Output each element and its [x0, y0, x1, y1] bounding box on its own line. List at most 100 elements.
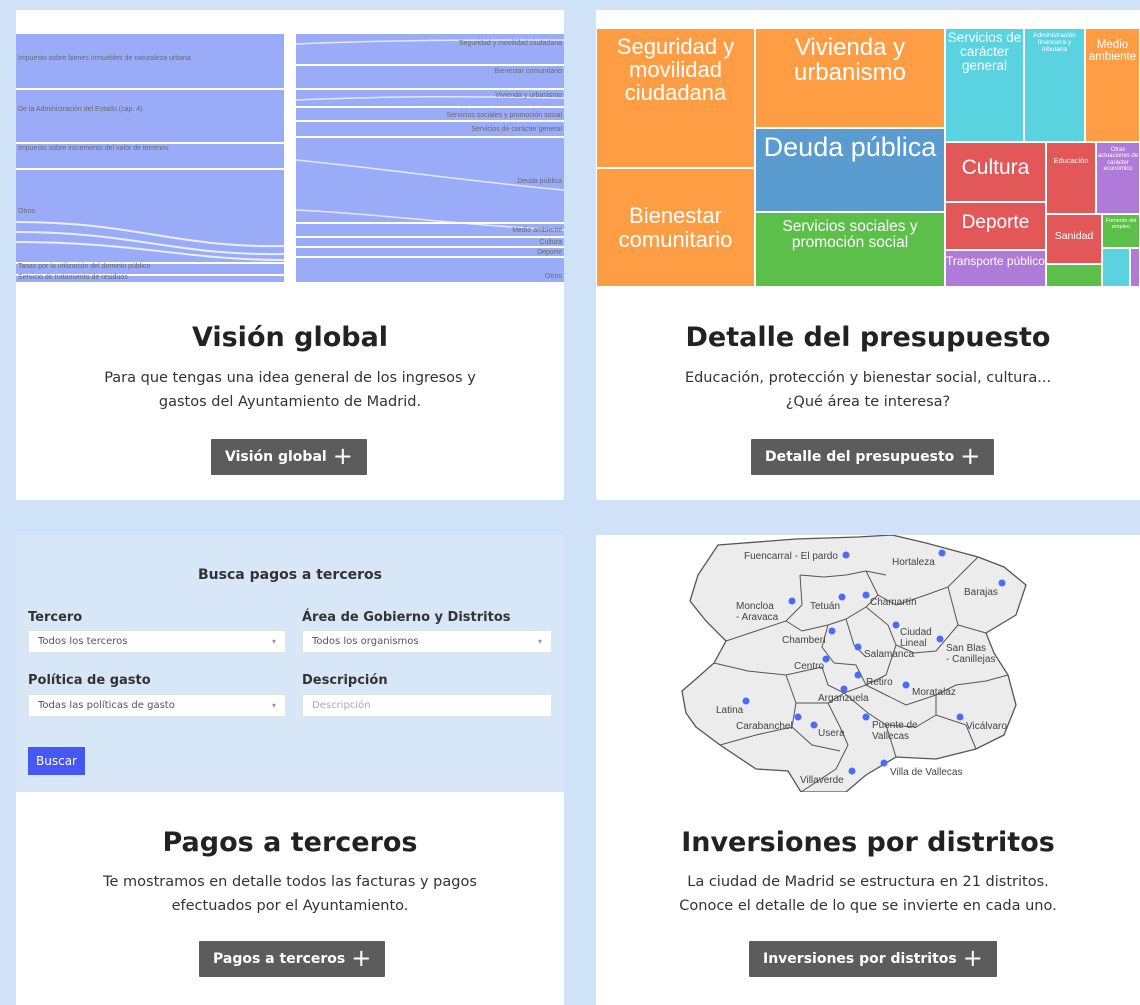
- sankey-right-label: Otros: [545, 273, 563, 280]
- card-description: Educación, protección y bienestar social…: [684, 370, 1052, 410]
- sankey-right-node: [296, 258, 564, 282]
- sankey-right-label: Vivienda y urbanismo: [495, 92, 562, 99]
- district-dot[interactable]: [794, 713, 802, 721]
- sankey-right-node: [296, 238, 564, 246]
- tercero-label: Tercero: [28, 610, 83, 625]
- district-label: Tetuán: [810, 601, 840, 612]
- sankey-right-label: Seguridad y movilidad ciudadana: [459, 40, 562, 47]
- card-detalle-presupuesto: Seguridad y movilidad ciudadana Bienesta…: [596, 10, 1140, 500]
- district-label: Centro: [794, 661, 824, 672]
- treemap-cell-vivienda[interactable]: Vivienda y urbanismo: [755, 28, 945, 128]
- district-label: Chamartín: [870, 597, 917, 608]
- treemap-cell-seguridad[interactable]: Seguridad y movilidad ciudadana: [596, 28, 755, 168]
- card-title: Detalle del presupuesto: [685, 322, 1051, 353]
- district-dot[interactable]: [854, 643, 862, 651]
- district-label: Vicálvaro: [966, 721, 1007, 732]
- inversiones-distritos-button[interactable]: Inversiones por distritos +: [749, 941, 997, 977]
- area-label: Área de Gobierno y Distritos: [302, 610, 511, 625]
- treemap-cell-deporte[interactable]: Deporte: [945, 202, 1046, 250]
- district-label: Retiro: [866, 677, 893, 688]
- politica-select[interactable]: Todas las políticas de gasto ▾: [28, 694, 286, 717]
- treemap-cell-otras[interactable]: Otras actuaciones de carácter económico: [1096, 142, 1140, 214]
- district-dot[interactable]: [838, 593, 846, 601]
- caret-down-icon: ▾: [271, 637, 276, 646]
- sankey-right-label: Cultura: [539, 239, 562, 246]
- buscar-button[interactable]: Buscar: [28, 747, 85, 775]
- sankey-right-label: Deporte: [537, 249, 562, 256]
- treemap-cell-sociales[interactable]: Servicios sociales y promoción social: [755, 212, 945, 287]
- district-label: Fuencarral - El pardo: [744, 551, 838, 562]
- district-dot[interactable]: [828, 627, 836, 635]
- district-label: Chamberí: [782, 635, 826, 646]
- vision-global-button[interactable]: Visión global +: [211, 439, 367, 475]
- plus-icon: +: [962, 944, 983, 972]
- treemap-cell-small[interactable]: [1130, 248, 1140, 287]
- politica-label: Política de gasto: [28, 673, 151, 688]
- card-description: Para que tengas una idea general de los …: [104, 370, 476, 410]
- treemap-cell-sanidad[interactable]: Sanidad: [1046, 214, 1102, 264]
- sankey-right-label: Medio ambiente: [512, 227, 562, 234]
- treemap-cell-medio[interactable]: Medio ambiente: [1085, 28, 1140, 142]
- sankey-left-label: Servicio de tratamiento de residuos: [18, 274, 128, 281]
- sankey-right-label: Deuda pública: [517, 178, 562, 185]
- card-description: La ciudad de Madrid se estructura en 21 …: [679, 874, 1057, 914]
- district-label: Latina: [716, 705, 744, 716]
- district-label: Moratalaz: [912, 687, 956, 698]
- district-dot[interactable]: [956, 713, 964, 721]
- sankey-right-label: Servicios sociales y promoción social: [446, 112, 562, 119]
- tercero-select[interactable]: Todos los terceros ▾: [28, 630, 286, 653]
- district-dot[interactable]: [902, 681, 910, 689]
- district-dot[interactable]: [848, 767, 856, 775]
- card-title: Visión global: [191, 322, 389, 353]
- treemap-cell-fomento[interactable]: Fomento del empleo: [1102, 214, 1140, 248]
- treemap-cell-educacion[interactable]: Educación: [1046, 142, 1096, 214]
- district-dot[interactable]: [842, 551, 850, 559]
- area-select[interactable]: Todos los organismos ▾: [302, 630, 552, 653]
- district-label: Barajas: [964, 587, 998, 598]
- district-dot[interactable]: [880, 759, 888, 767]
- card-vision-global: Impuesto sobre bienes inmuebles de natur…: [16, 10, 564, 500]
- sankey-diagram: Impuesto sobre bienes inmuebles de natur…: [16, 10, 564, 287]
- sankey-left-label: Tasas por la utilización del dominio púb…: [18, 263, 150, 270]
- district-dot[interactable]: [742, 697, 750, 705]
- detalle-presupuesto-button[interactable]: Detalle del presupuesto +: [751, 439, 995, 475]
- sankey-left-label: Otros: [18, 208, 36, 215]
- treemap: Seguridad y movilidad ciudadana Bienesta…: [596, 10, 1140, 287]
- sankey-left-label: De la Administración del Estado (cap. 4): [18, 106, 143, 113]
- district-dot[interactable]: [892, 621, 900, 629]
- treemap-cell-small[interactable]: [1046, 264, 1102, 287]
- district-label: Hortaleza: [892, 557, 935, 568]
- treemap-cell-transporte[interactable]: Transporte público: [945, 250, 1046, 287]
- treemap-cell-small[interactable]: [1102, 248, 1130, 287]
- descripcion-input[interactable]: Descripción: [302, 694, 552, 717]
- treemap-cell-deuda[interactable]: Deuda pública: [755, 128, 945, 212]
- plus-icon: +: [351, 944, 372, 972]
- search-form-title: Busca pagos a terceros: [198, 567, 382, 583]
- district-dot[interactable]: [840, 685, 848, 693]
- sankey-right-label: Bienestar comunitario: [494, 68, 562, 75]
- pagos-terceros-button[interactable]: Pagos a terceros +: [199, 941, 386, 977]
- treemap-cell-bienestar[interactable]: Bienestar comunitario: [596, 168, 755, 287]
- district-dot[interactable]: [854, 671, 862, 679]
- district-dot[interactable]: [810, 721, 818, 729]
- district-label: Arganzuela: [818, 693, 869, 704]
- card-inversiones-distritos: Fuencarral - El pardo Hortaleza Barajas Mon…: [596, 535, 1140, 1005]
- treemap-cell-servicios[interactable]: Servicios de carácter general: [945, 28, 1024, 142]
- district-dot[interactable]: [938, 549, 946, 557]
- search-form: Busca pagos a terceros Tercero Todos los…: [16, 535, 564, 792]
- district-dot[interactable]: [862, 713, 870, 721]
- card-title: Pagos a terceros: [162, 827, 418, 858]
- district-label: Moncloa - Aravaca: [736, 601, 779, 623]
- district-dot[interactable]: [998, 579, 1006, 587]
- district-dot[interactable]: [862, 591, 870, 599]
- caret-down-icon: ▾: [271, 701, 276, 710]
- treemap-cell-admin[interactable]: Administración financiera y tributaria: [1024, 28, 1085, 142]
- treemap-cell-cultura[interactable]: Cultura: [945, 142, 1046, 202]
- sankey-right-node: [296, 248, 564, 256]
- caret-down-icon: ▾: [537, 637, 542, 646]
- district-dot[interactable]: [788, 597, 796, 605]
- districts-map[interactable]: Fuencarral - El pardo Hortaleza Barajas Mon…: [596, 535, 1140, 793]
- district-label: Usera: [818, 728, 845, 739]
- district-label: Villa de Vallecas: [890, 767, 962, 778]
- district-dot[interactable]: [936, 635, 944, 643]
